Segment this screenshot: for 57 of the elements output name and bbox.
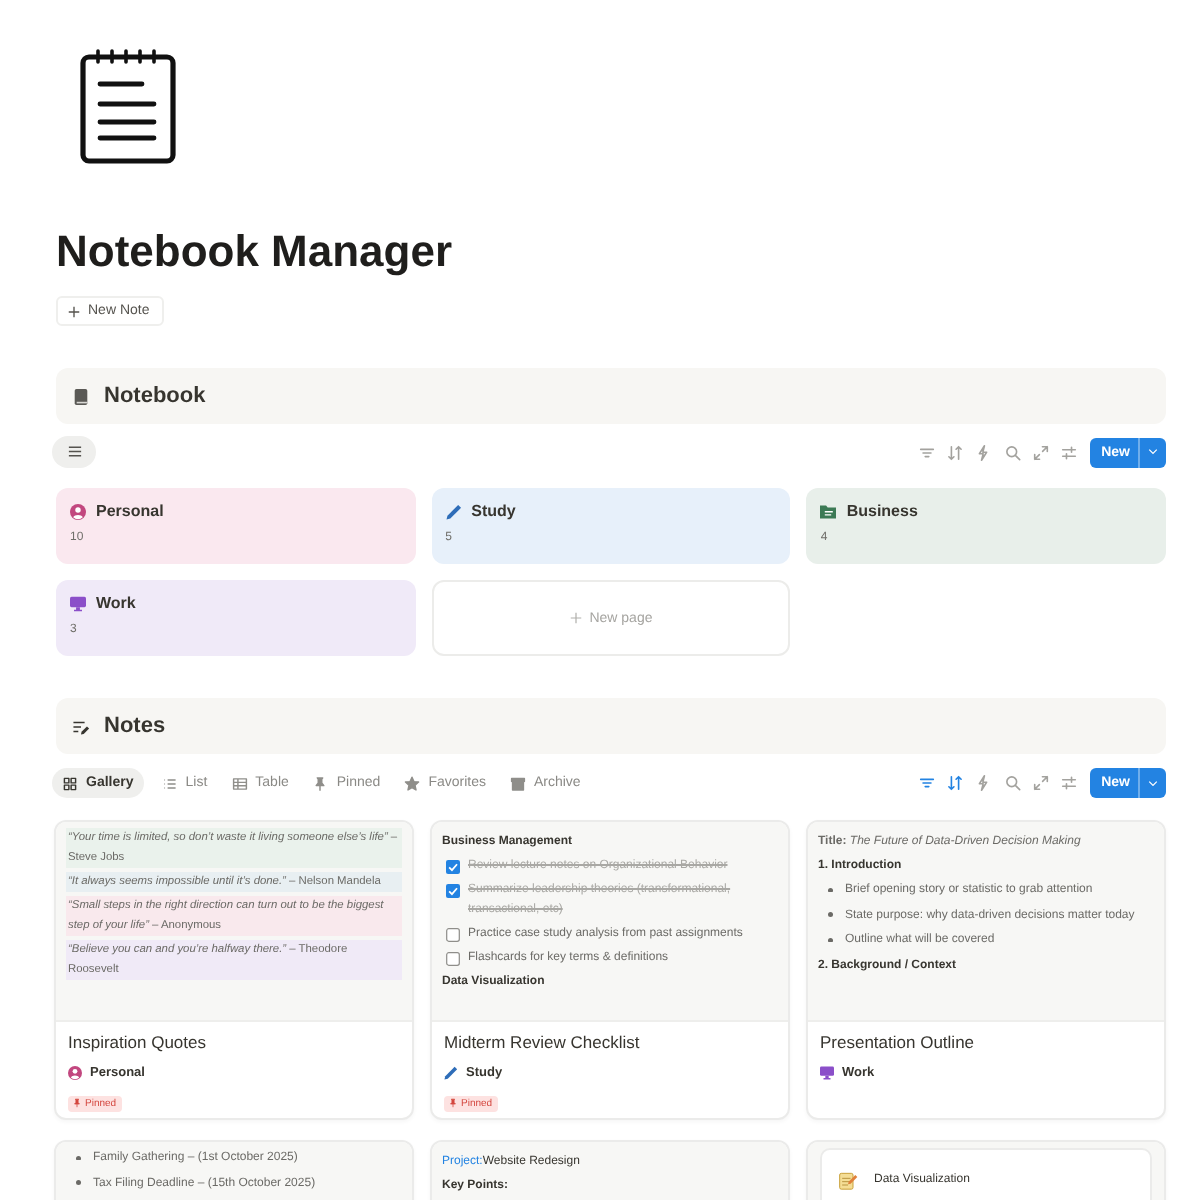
note-title: Inspiration Quotes bbox=[68, 1032, 208, 1054]
bullet-icon bbox=[76, 1155, 81, 1161]
category-name: Work bbox=[96, 592, 136, 616]
note-card[interactable] bbox=[54, 820, 414, 1120]
category-name: Business bbox=[846, 500, 918, 524]
monitor-icon bbox=[820, 1066, 834, 1080]
caret-icon bbox=[1148, 779, 1158, 787]
note-card[interactable] bbox=[806, 820, 1166, 1120]
sliders-icon[interactable] bbox=[1060, 774, 1078, 792]
category-name: Study bbox=[471, 500, 516, 524]
list-pencil-icon bbox=[72, 717, 90, 735]
note-title: Midterm Review Checklist bbox=[444, 1032, 642, 1054]
monitor-icon bbox=[70, 596, 86, 612]
search-icon[interactable] bbox=[1003, 443, 1022, 461]
bullet-icon bbox=[828, 887, 833, 893]
filter-icon[interactable] bbox=[918, 443, 937, 461]
caret-icon bbox=[1148, 448, 1158, 456]
sliders-icon[interactable] bbox=[1060, 443, 1078, 461]
plus-icon bbox=[68, 305, 80, 317]
pin-icon bbox=[312, 775, 329, 791]
expand-icon[interactable] bbox=[1031, 443, 1050, 461]
grid-icon bbox=[62, 775, 78, 791]
table-icon bbox=[231, 775, 248, 791]
star-icon bbox=[404, 775, 421, 791]
checkbox[interactable] bbox=[446, 927, 460, 941]
person-icon bbox=[70, 504, 86, 520]
archive-icon bbox=[509, 775, 526, 791]
book-icon bbox=[72, 387, 90, 405]
search-icon[interactable] bbox=[1003, 774, 1022, 792]
plus-icon bbox=[569, 612, 582, 624]
sort-icon[interactable] bbox=[946, 774, 965, 792]
section-title: Notes bbox=[104, 714, 166, 738]
page-title: Notebook Manager bbox=[56, 226, 455, 278]
person-icon bbox=[68, 1066, 82, 1080]
note-card[interactable] bbox=[430, 820, 790, 1120]
bullet-icon bbox=[828, 937, 833, 943]
lightning-icon[interactable] bbox=[974, 774, 993, 792]
category-name: Personal bbox=[96, 500, 164, 524]
pin-icon bbox=[72, 1098, 82, 1108]
view-tab[interactable] bbox=[52, 436, 96, 468]
menu-icon bbox=[67, 446, 81, 458]
section-title: Notebook bbox=[104, 384, 206, 408]
pin-icon bbox=[448, 1098, 458, 1108]
lightning-icon[interactable] bbox=[974, 443, 993, 461]
pencil-icon bbox=[445, 504, 462, 520]
notepad-pencil-icon bbox=[838, 1170, 858, 1190]
checkbox[interactable] bbox=[446, 951, 460, 965]
sort-icon[interactable] bbox=[946, 443, 965, 461]
bullet-icon bbox=[828, 912, 833, 918]
notepad-icon bbox=[80, 48, 176, 164]
pencil-icon bbox=[444, 1066, 458, 1080]
note-title: Presentation Outline bbox=[820, 1032, 977, 1054]
folder-icon bbox=[820, 504, 837, 520]
list-icon bbox=[161, 775, 178, 791]
bullet-icon bbox=[76, 1180, 81, 1186]
filter-icon[interactable] bbox=[918, 774, 937, 792]
expand-icon[interactable] bbox=[1031, 774, 1050, 792]
